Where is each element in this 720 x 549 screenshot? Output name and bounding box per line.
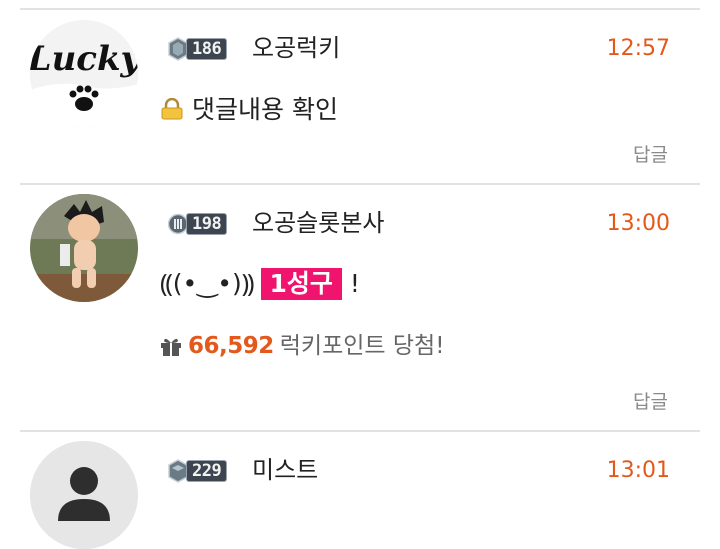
level-badge: 198 <box>168 211 228 237</box>
timestamp: 13:00 <box>606 211 670 236</box>
prize-amount: 66,592 <box>188 333 274 359</box>
lock-icon <box>161 98 183 120</box>
avatar[interactable] <box>30 194 138 302</box>
lucky-avatar-image: Lucky <box>30 20 138 128</box>
comment-text: ⸨(•‿•)⸩ 1성구 ! <box>160 268 360 300</box>
avatar[interactable]: Lucky <box>30 20 138 128</box>
level-gem-icon <box>168 459 188 483</box>
nickname[interactable]: 오공슬롯본사 <box>252 208 384 238</box>
comment-text: 댓글내용 확인 <box>192 95 338 124</box>
highlight-tag: 1성구 <box>260 268 342 300</box>
level-number: 229 <box>186 460 228 482</box>
timestamp: 12:57 <box>606 36 670 61</box>
timestamp: 13:01 <box>606 458 670 483</box>
reply-button[interactable]: 답글 <box>633 389 668 415</box>
suffix: ! <box>349 269 360 298</box>
avatar[interactable] <box>30 441 138 549</box>
level-number: 186 <box>186 38 228 60</box>
default-user-icon <box>30 441 138 549</box>
divider <box>20 183 700 185</box>
level-gem-icon <box>168 37 188 61</box>
svg-text:Lucky: Lucky <box>30 39 138 79</box>
gift-icon <box>161 338 181 356</box>
prize-text: 럭키포인트 당첨! <box>279 333 445 359</box>
emoticon: ⸨(•‿•)⸩ <box>160 269 255 298</box>
level-gem-icon <box>168 213 188 235</box>
divider <box>20 430 700 432</box>
nickname[interactable]: 오공럭키 <box>252 33 340 63</box>
level-badge: 229 <box>168 458 228 484</box>
figure-avatar-image <box>30 194 138 302</box>
level-badge: 186 <box>168 36 228 62</box>
level-number: 198 <box>186 213 228 235</box>
nickname[interactable]: 미스트 <box>252 455 318 485</box>
prize-line: 66,592 럭키포인트 당첨! <box>160 331 444 361</box>
divider-top <box>20 8 700 10</box>
reply-button[interactable]: 답글 <box>633 142 668 168</box>
